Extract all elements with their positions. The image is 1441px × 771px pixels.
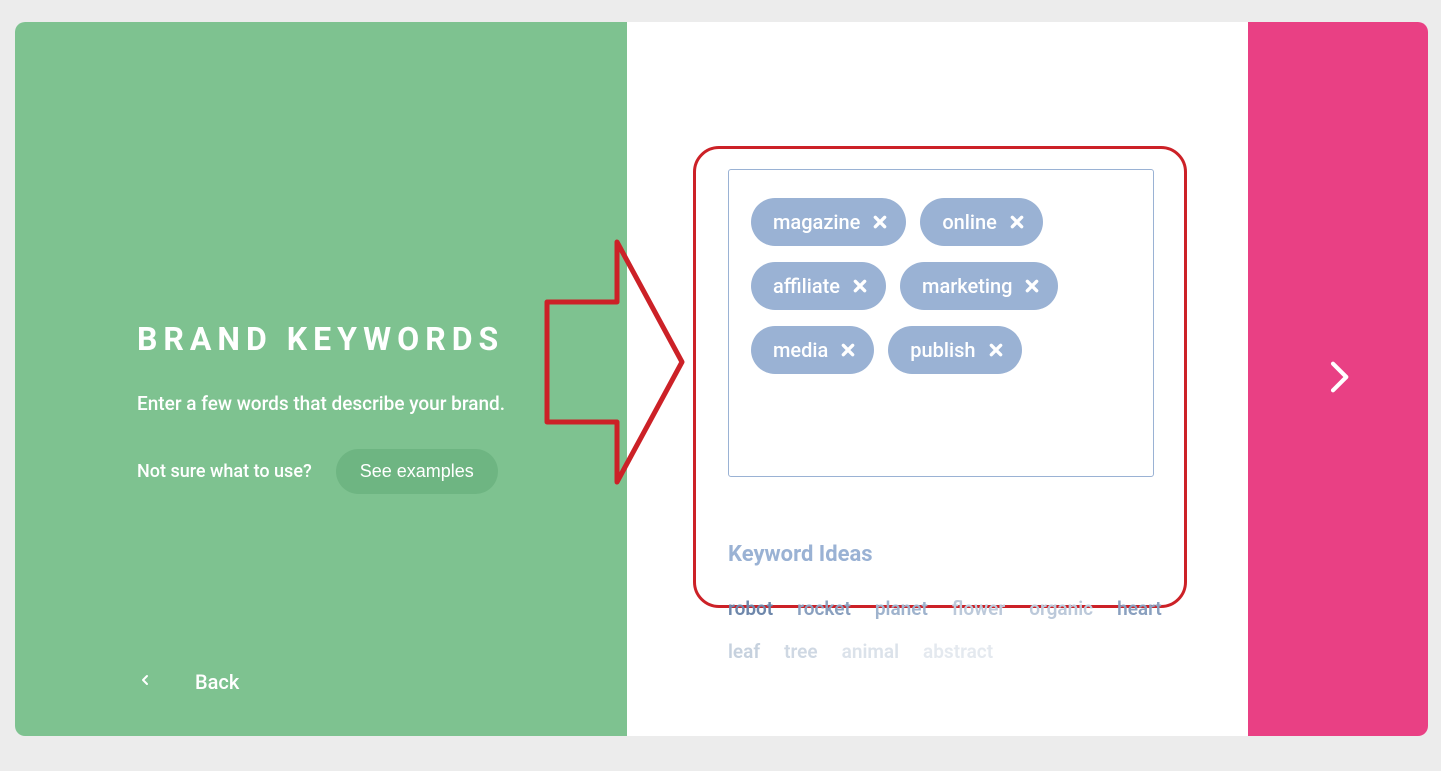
keyword-chip: online	[920, 198, 1043, 246]
keyword-idea[interactable]: planet	[875, 597, 928, 620]
keyword-chip-label: marketing	[922, 274, 1012, 298]
next-button[interactable]	[1248, 22, 1428, 736]
page-subtitle: Enter a few words that describe your bra…	[137, 392, 567, 415]
keyword-chip-label: affiliate	[773, 274, 840, 298]
wizard-stage: Brand Keywords Enter a few words that de…	[15, 22, 1428, 736]
keyword-idea[interactable]: rocket	[797, 597, 851, 620]
back-button[interactable]: Back	[137, 670, 239, 694]
keyword-idea[interactable]: abstract	[923, 640, 993, 663]
keyword-chip-label: media	[773, 338, 828, 362]
remove-keyword-icon[interactable]	[840, 342, 856, 358]
keyword-chip: publish	[888, 326, 1021, 374]
keyword-idea[interactable]: leaf	[728, 640, 760, 663]
remove-keyword-icon[interactable]	[872, 214, 888, 230]
keyword-idea[interactable]: tree	[784, 640, 818, 663]
chevron-right-icon	[1318, 357, 1358, 401]
left-panel: Brand Keywords Enter a few words that de…	[15, 22, 627, 736]
keyword-idea[interactable]: animal	[842, 640, 899, 663]
keyword-chip-label: publish	[910, 338, 975, 362]
remove-keyword-icon[interactable]	[988, 342, 1004, 358]
keyword-chip: magazine	[751, 198, 906, 246]
keyword-chip-label: online	[942, 210, 997, 234]
keyword-ideas-title: Keyword Ideas	[728, 542, 1208, 567]
keyword-idea[interactable]: robot	[728, 597, 773, 620]
keyword-ideas-section: Keyword Ideas robot rocket planet flower org…	[728, 542, 1208, 663]
keywords-input[interactable]: magazine online affiliate marketing media pub…	[728, 169, 1154, 477]
remove-keyword-icon[interactable]	[852, 278, 868, 294]
keyword-chip-label: magazine	[773, 210, 860, 234]
keyword-chip: media	[751, 326, 874, 374]
back-label: Back	[195, 670, 239, 694]
page-title: Brand Keywords	[137, 320, 567, 358]
remove-keyword-icon[interactable]	[1024, 278, 1040, 294]
chevron-left-icon	[137, 672, 153, 693]
keyword-chip: affiliate	[751, 262, 886, 310]
keyword-idea[interactable]: flower	[952, 597, 1005, 620]
keyword-idea[interactable]: heart	[1117, 597, 1162, 620]
center-panel: magazine online affiliate marketing media pub…	[627, 22, 1248, 736]
keyword-chip: marketing	[900, 262, 1058, 310]
prompt-text: Not sure what to use?	[137, 461, 312, 482]
remove-keyword-icon[interactable]	[1009, 214, 1025, 230]
keyword-idea[interactable]: organic	[1029, 597, 1093, 620]
see-examples-button[interactable]: See examples	[336, 449, 498, 494]
